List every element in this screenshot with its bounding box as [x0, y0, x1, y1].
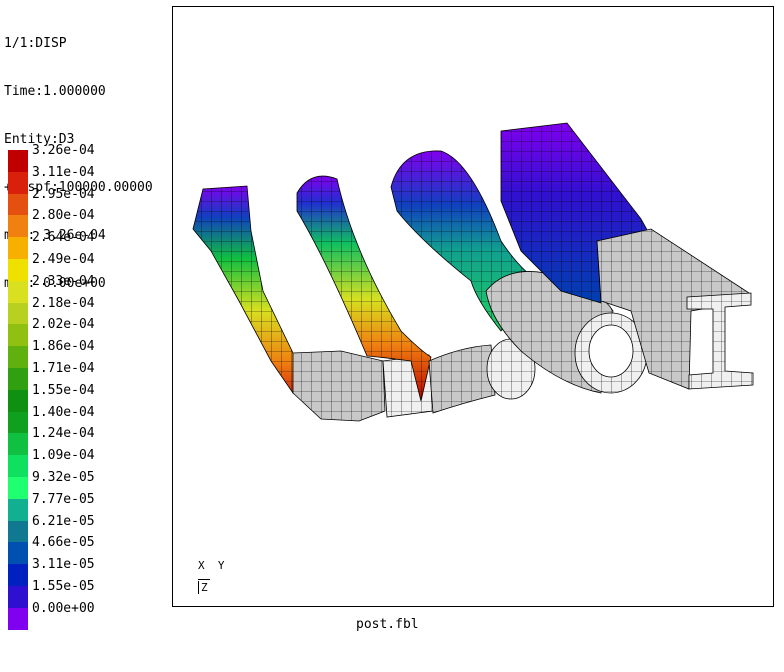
legend-value-label: 1.40e-04 — [32, 404, 95, 420]
legend-value-label: 2.33e-04 — [32, 273, 95, 289]
legend-color-swatch — [8, 346, 28, 368]
legend-value-label: 1.55e-04 — [32, 382, 95, 398]
fe-model-render — [192, 122, 754, 422]
legend-color-swatch — [8, 607, 28, 630]
legend-color-swatch — [8, 542, 28, 565]
legend-color-swatch — [8, 259, 28, 281]
legend-value-label: 2.02e-04 — [32, 317, 95, 333]
legend-value-label: 1.71e-04 — [32, 361, 95, 376]
legend-color-swatch — [8, 368, 28, 390]
legend-color-swatch — [8, 171, 28, 194]
legend-color-swatch — [8, 433, 28, 456]
axis-x-label: X — [198, 559, 205, 572]
axis-y-label: Y — [217, 559, 225, 572]
info-title: 1/1:DISP — [4, 36, 67, 51]
legend-color-swatch — [8, 302, 28, 325]
legend-color-swatch — [8, 389, 28, 412]
legend-color-swatch — [8, 411, 28, 434]
legend-value-label: 3.26e-04 — [32, 143, 95, 158]
legend-color-swatch — [8, 520, 28, 543]
axis-triad: X Y Z — [198, 559, 225, 594]
legend-value-label: 2.49e-04 — [32, 252, 95, 267]
legend-color-swatch — [8, 237, 28, 259]
legend-color-swatch — [8, 564, 28, 586]
legend-color-swatch — [8, 586, 28, 608]
legend-value-label: 7.77e-05 — [32, 491, 95, 507]
legend-value-label: 2.80e-04 — [32, 208, 95, 224]
legend-value-label: 1.24e-04 — [32, 426, 95, 442]
file-name: post.fbl — [356, 617, 419, 632]
legend-value-label: 1.55e-05 — [32, 579, 95, 594]
legend-color-swatch — [8, 324, 28, 347]
legend-color-swatch — [8, 193, 28, 216]
legend-color-swatch — [8, 215, 28, 238]
legend-value-label: 6.21e-05 — [32, 513, 95, 529]
legend-value-label: 2.64e-04 — [32, 230, 95, 246]
model-viewport[interactable] — [172, 6, 774, 607]
legend-value-label: 3.11e-05 — [32, 557, 95, 573]
legend-value-label: 0.00e+00 — [32, 600, 95, 616]
legend-value-label: 1.09e-04 — [32, 448, 95, 464]
legend-value-label: 9.32e-05 — [32, 470, 95, 485]
legend-value-label: 4.66e-05 — [32, 535, 95, 551]
legend-color-swatch — [8, 477, 28, 499]
legend-color-swatch — [8, 280, 28, 303]
legend-value-label: 2.95e-04 — [32, 186, 95, 202]
legend-color-swatch — [8, 150, 28, 172]
axis-z-label: Z — [198, 581, 208, 594]
legend-value-label: 2.18e-04 — [32, 295, 95, 311]
legend-value-label: 1.86e-04 — [32, 339, 95, 355]
legend-color-swatch — [8, 455, 28, 477]
legend-color-swatch — [8, 498, 28, 521]
info-time: Time:1.000000 — [4, 84, 106, 99]
legend-value-label: 3.11e-04 — [32, 164, 95, 180]
